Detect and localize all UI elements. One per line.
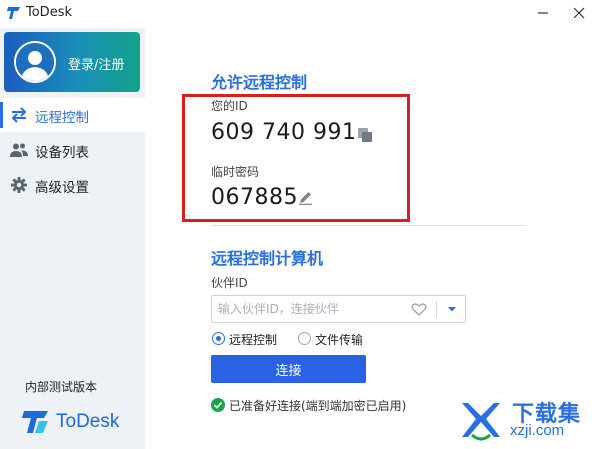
remote-control-title: 远程控制计算机	[211, 249, 324, 268]
chevron-down-icon[interactable]	[444, 301, 460, 317]
sidebar-item-advanced-settings[interactable]: 高级设置	[0, 168, 145, 202]
brand-name: ToDesk	[56, 411, 120, 432]
highlight-frame	[182, 94, 410, 222]
close-icon[interactable]	[570, 4, 588, 22]
allow-remote-title: 允许远程控制	[211, 73, 308, 92]
radio-dot	[298, 332, 311, 345]
sidebar-item-device-list[interactable]: 设备列表	[0, 133, 145, 167]
window-title: ToDesk	[26, 5, 72, 20]
input-separator	[436, 301, 437, 318]
sidebar-item-remote-control[interactable]: 远程控制	[0, 98, 145, 132]
connect-button[interactable]: 连接	[211, 355, 366, 383]
sidebar: 登录/注册 远程控制 设备列表 高级设置 内部测试版本 ToDesk	[0, 28, 145, 449]
sidebar-item-label: 设备列表	[35, 145, 89, 161]
version-label: 内部测试版本	[25, 380, 98, 394]
login-label: 登录/注册	[68, 58, 125, 73]
radio-remote-control[interactable]: 远程控制	[212, 331, 292, 347]
check-circle-icon	[211, 398, 225, 412]
radio-dot	[212, 332, 225, 345]
favorite-heart-icon[interactable]	[411, 302, 427, 317]
avatar	[14, 41, 56, 83]
radio-file-transfer[interactable]: 文件传输	[298, 331, 378, 347]
partner-id-input[interactable]	[218, 300, 403, 318]
radio-label: 文件传输	[315, 333, 364, 347]
login-button[interactable]: 登录/注册	[4, 32, 140, 92]
partner-id-field	[211, 295, 466, 323]
radio-label: 远程控制	[229, 333, 278, 347]
sidebar-item-label: 高级设置	[35, 180, 89, 196]
download-arrow-icon	[462, 403, 500, 441]
todesk-logo-icon	[7, 7, 20, 19]
section-divider	[211, 225, 526, 226]
watermark-url: xzji.com	[510, 422, 565, 439]
minimize-icon[interactable]	[534, 4, 552, 22]
todesk-brand-icon	[22, 411, 48, 433]
gear-icon	[11, 177, 27, 193]
user-avatar-icon	[16, 43, 54, 81]
sidebar-item-label: 远程控制	[35, 110, 89, 126]
users-icon	[10, 143, 28, 157]
swap-arrows-icon	[11, 107, 27, 123]
title-bar: ToDesk	[0, 0, 600, 28]
partner-id-label: 伙伴ID	[211, 276, 248, 290]
connection-status: 已准备好连接(端到端加密已启用)	[229, 399, 407, 413]
